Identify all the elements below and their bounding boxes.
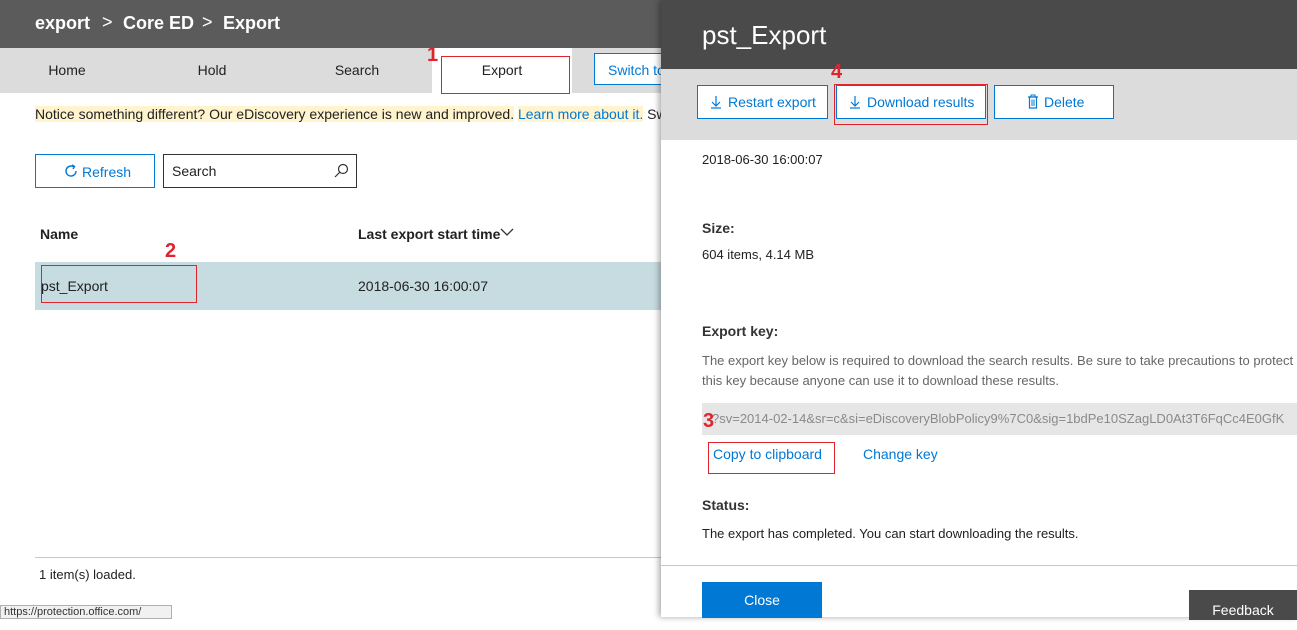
status-value: The export has completed. You can start …: [702, 526, 1079, 541]
search-box: [163, 154, 357, 188]
delete-button[interactable]: Delete: [994, 85, 1114, 119]
breadcrumb-separator: >: [102, 12, 113, 32]
breadcrumb-separator: >: [202, 12, 213, 32]
search-icon[interactable]: [333, 163, 349, 179]
panel-footer-divider: [661, 565, 1297, 566]
close-button[interactable]: Close: [702, 582, 822, 618]
download-arrow-icon: [711, 96, 721, 109]
feedback-button[interactable]: Feedback: [1189, 590, 1297, 620]
table-divider: [35, 557, 665, 558]
items-loaded-status: 1 item(s) loaded.: [39, 567, 136, 582]
search-input[interactable]: [172, 162, 322, 180]
annotation-box-4: [834, 84, 988, 125]
trash-icon: [1028, 94, 1038, 109]
notice-banner: Notice something different? Our eDiscove…: [35, 104, 667, 124]
annotation-number-4: 4: [831, 61, 843, 83]
annotation-number-2: 2: [165, 240, 177, 262]
refresh-label: Refresh: [82, 164, 132, 180]
breadcrumb-item-core-ed[interactable]: Core ED: [123, 13, 194, 34]
restart-export-label: Restart export: [728, 94, 816, 110]
delete-label: Delete: [1044, 94, 1085, 110]
annotation-box-3: [708, 442, 835, 474]
status-label: Status:: [702, 497, 750, 513]
annotation-box-2: [41, 265, 197, 303]
panel-title: pst_Export: [702, 20, 827, 50]
breadcrumb-item-export-current: Export: [223, 13, 281, 33]
row-time-cell: 2018-06-30 16:00:07: [358, 278, 488, 294]
notice-text: Notice something different? Our eDiscove…: [35, 106, 515, 122]
annotation-box-1: [441, 56, 570, 94]
annotation-number-3: 3: [703, 410, 715, 432]
export-key-field[interactable]: ?sv=2014-02-14&sr=c&si=eDiscoveryBlobPol…: [702, 403, 1297, 435]
export-start-time: 2018-06-30 16:00:07: [702, 152, 823, 167]
tab-home[interactable]: Home: [22, 48, 112, 93]
export-key-description: The export key below is required to down…: [702, 353, 1294, 388]
tab-search[interactable]: Search: [312, 48, 402, 93]
refresh-icon: [65, 164, 77, 177]
restart-export-button[interactable]: Restart export: [697, 85, 828, 119]
breadcrumb-item-export[interactable]: export: [35, 13, 90, 34]
change-key-link[interactable]: Change key: [863, 446, 938, 462]
chevron-down-icon[interactable]: [500, 227, 514, 237]
annotation-number-1: 1: [427, 44, 439, 66]
tab-hold[interactable]: Hold: [167, 48, 257, 93]
column-header-last-export[interactable]: Last export start time: [358, 226, 500, 242]
refresh-button[interactable]: Refresh: [35, 154, 155, 188]
column-header-name[interactable]: Name: [40, 226, 78, 242]
size-label: Size:: [702, 220, 735, 236]
notice-learn-more-link[interactable]: Learn more about it.: [517, 106, 644, 122]
size-value: 604 items, 4.14 MB: [702, 247, 814, 262]
export-key-label: Export key:: [702, 323, 779, 339]
